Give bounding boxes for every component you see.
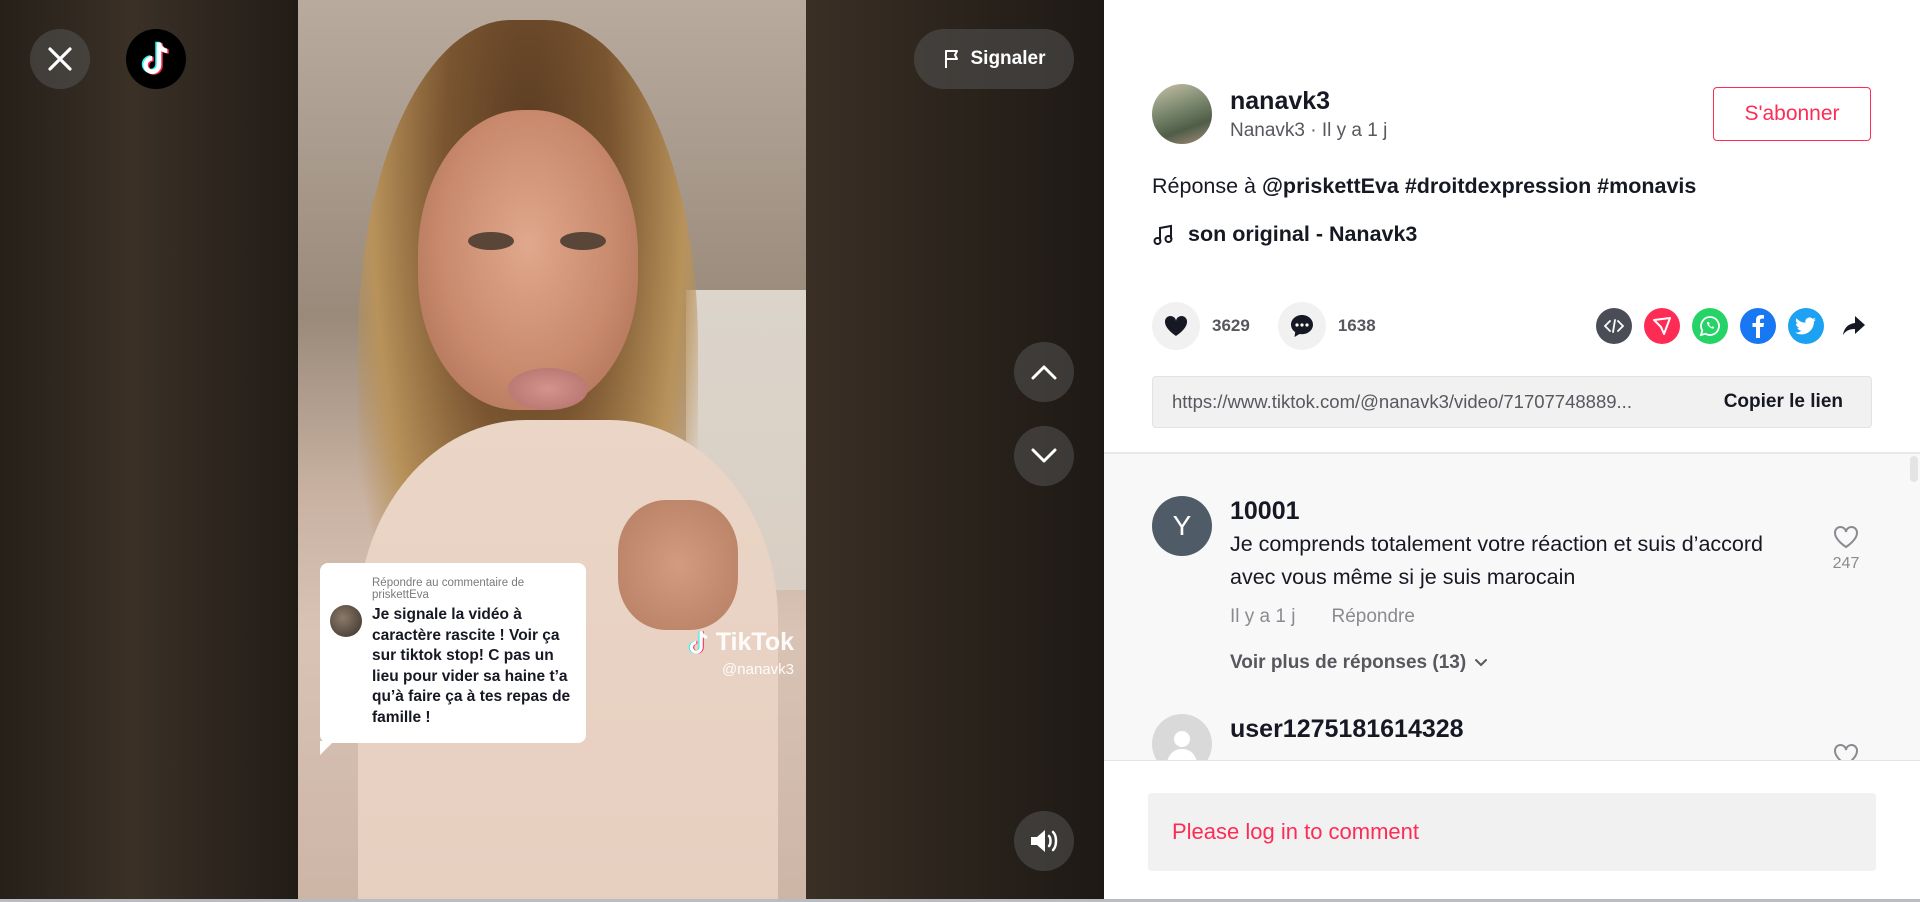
video-watermark: TikTok @nanavk3 [686, 628, 794, 678]
reply-button[interactable]: Répondre [1331, 606, 1414, 628]
author-avatar[interactable] [1152, 84, 1212, 144]
facebook-icon [1752, 315, 1764, 338]
close-button[interactable] [30, 29, 90, 89]
description-tags[interactable]: @priskettEva #droitdexpression #monavis [1262, 174, 1696, 198]
follow-button[interactable]: S'abonner [1713, 87, 1871, 141]
comment-like-button[interactable] [1832, 742, 1860, 760]
music-title: son original - Nanavk3 [1188, 222, 1418, 246]
video-player[interactable]: Répondre au commentaire de priskettEva J… [298, 0, 806, 902]
reply-card-text: Je signale la vidéo à caractère rascite … [372, 606, 571, 726]
author-block: nanavk3 Nanavk3 · Il y a 1 j [1152, 84, 1387, 144]
comment-like-count: 247 [1832, 555, 1860, 572]
tiktok-logo-icon [141, 41, 169, 75]
chevron-up-icon [1031, 365, 1057, 380]
action-bar: 3629 1638 [1152, 302, 1404, 350]
description-prefix: Réponse à [1152, 174, 1262, 198]
sound-toggle-button[interactable] [1014, 811, 1074, 871]
chevron-down-icon [1475, 659, 1488, 667]
comment-count: 1638 [1337, 316, 1376, 335]
commenter-name[interactable]: 10001 [1230, 496, 1770, 526]
send-icon [1653, 317, 1671, 335]
previous-video-button[interactable] [1014, 342, 1074, 402]
comment-login-bar: Please log in to comment [1104, 760, 1920, 902]
embed-button[interactable] [1596, 308, 1632, 344]
whatsapp-icon [1699, 316, 1720, 337]
commenter-avatar[interactable] [1152, 714, 1212, 760]
heart-icon [1164, 315, 1188, 336]
heart-outline-icon [1834, 526, 1858, 549]
watermark-brand: TikTok [715, 628, 794, 656]
comment-text: Je comprends totalement votre réaction e… [1230, 532, 1763, 589]
chevron-down-icon [1031, 448, 1057, 463]
commenter-avatar[interactable]: Y [1152, 496, 1212, 556]
heart-outline-icon [1834, 744, 1858, 760]
whatsapp-share-button[interactable] [1692, 308, 1728, 344]
post-description: Réponse à @priskettEva #droitdexpression… [1152, 174, 1696, 199]
video-link-url[interactable]: https://www.tiktok.com/@nanavk3/video/71… [1153, 391, 1704, 413]
facebook-share-button[interactable] [1740, 308, 1776, 344]
comment-scrollbar[interactable] [1910, 456, 1918, 482]
music-note-icon [1153, 224, 1173, 245]
watermark-username: @nanavk3 [722, 661, 794, 678]
next-video-button[interactable] [1014, 426, 1074, 486]
reply-comment-card: Répondre au commentaire de priskettEva J… [320, 563, 586, 755]
send-to-friends-button[interactable] [1644, 308, 1680, 344]
speaker-icon [1031, 830, 1058, 852]
comment-like-button[interactable]: 247 [1832, 524, 1860, 573]
comment-icon [1290, 315, 1313, 337]
reply-card-header: Répondre au commentaire de priskettEva [372, 577, 525, 601]
video-pane: Répondre au commentaire de priskettEva J… [0, 0, 1104, 902]
music-info[interactable]: son original - Nanavk3 [1152, 222, 1417, 247]
like-button[interactable]: 3629 [1152, 302, 1250, 350]
commenter-name[interactable]: user1275181614328 [1230, 714, 1770, 744]
view-more-replies-label: Voir plus de réponses (13) [1230, 652, 1467, 673]
author-subline: Nanavk3 · Il y a 1 j [1230, 120, 1388, 141]
report-label: Signaler [970, 48, 1046, 69]
comment-button[interactable]: 1638 [1277, 302, 1376, 350]
tiktok-logo[interactable] [126, 29, 186, 89]
share-row [1596, 308, 1872, 344]
embed-icon [1604, 319, 1624, 333]
tiktok-watermark-icon [688, 630, 707, 654]
comment-time: Il y a 1 j [1230, 606, 1296, 627]
default-user-icon [1167, 731, 1197, 760]
login-to-comment-button[interactable]: Please log in to comment [1148, 793, 1876, 871]
close-icon [48, 47, 72, 71]
more-share-button[interactable] [1836, 308, 1872, 344]
view-more-replies-button[interactable]: Voir plus de réponses (13) [1230, 652, 1770, 674]
reply-avatar [330, 605, 362, 637]
twitter-share-button[interactable] [1788, 308, 1824, 344]
copy-link-box: https://www.tiktok.com/@nanavk3/video/71… [1152, 376, 1872, 428]
report-button[interactable]: Signaler [914, 29, 1074, 89]
like-count: 3629 [1212, 316, 1250, 335]
author-name[interactable]: nanavk3 [1230, 86, 1387, 116]
comment-list[interactable]: Y 10001 Je comprends totalement votre ré… [1104, 452, 1920, 760]
twitter-icon [1795, 317, 1816, 335]
copy-link-button[interactable]: Copier le lien [1704, 391, 1871, 413]
flag-icon [944, 50, 958, 68]
details-panel: nanavk3 Nanavk3 · Il y a 1 j S'abonner R… [1104, 0, 1920, 902]
share-arrow-icon [1843, 316, 1865, 335]
